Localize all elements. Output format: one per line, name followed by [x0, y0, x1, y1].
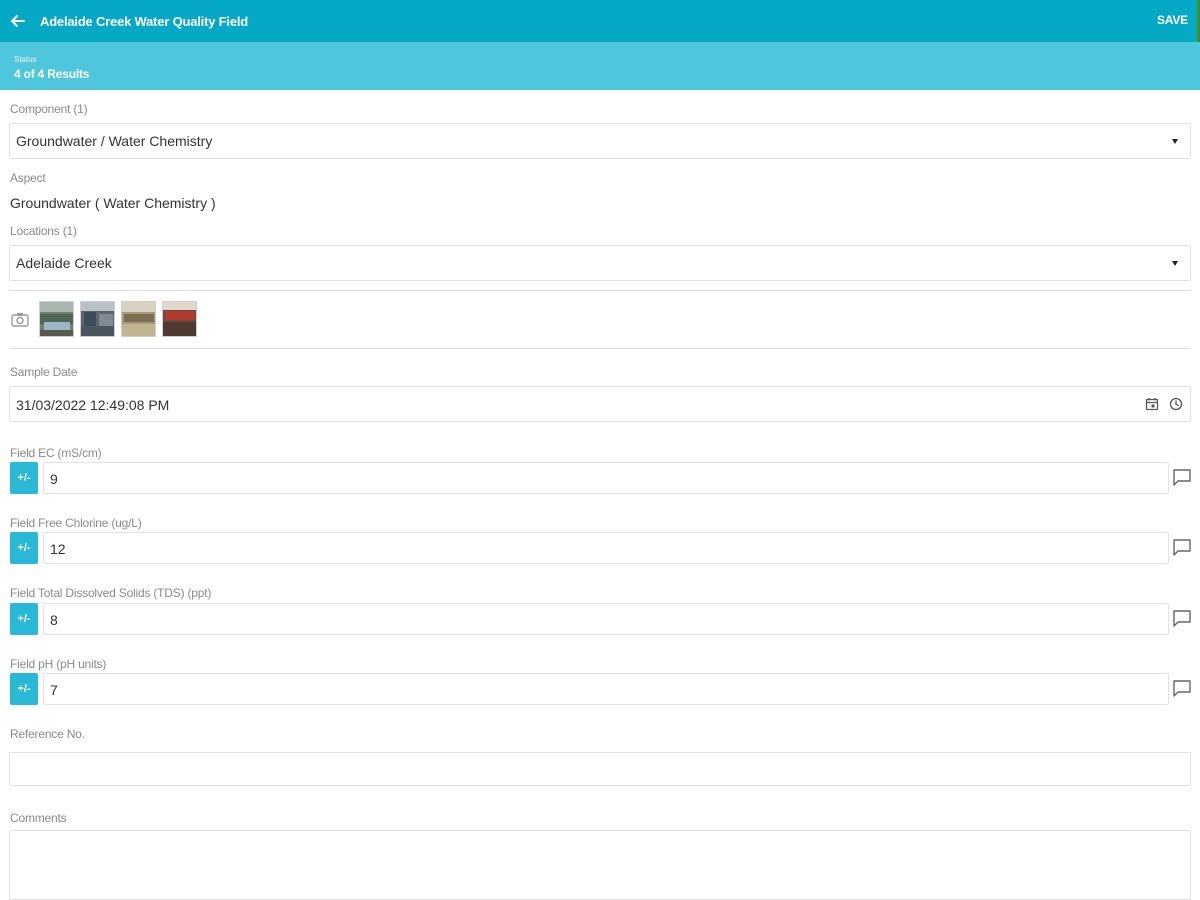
comments-label: Comments: [10, 811, 67, 825]
field-ec-input[interactable]: 9: [43, 462, 1169, 494]
locations-select[interactable]: Adelaide Creek: [9, 245, 1191, 281]
status-value: 4 of 4 Results: [14, 67, 90, 81]
photo-thumbnail[interactable]: [162, 301, 197, 337]
calendar-icon[interactable]: [1145, 397, 1159, 416]
field-free-chlorine-value: 12: [50, 541, 66, 557]
field-tds-value: 8: [50, 612, 58, 628]
field-ec-label: Field EC (mS/cm): [10, 446, 102, 460]
field-ph-label: Field pH (pH units): [10, 657, 107, 671]
component-label: Component (1): [10, 102, 88, 116]
save-button[interactable]: SAVE: [1157, 13, 1188, 27]
status-label: Status: [14, 55, 37, 64]
comments-textarea[interactable]: [9, 830, 1191, 900]
component-value: Groundwater / Water Chemistry: [16, 133, 213, 149]
camera-icon[interactable]: [9, 312, 31, 327]
dropdown-caret-icon: [1172, 261, 1178, 266]
field-tds-input[interactable]: 8: [43, 603, 1169, 635]
plus-minus-button[interactable]: +/-: [10, 462, 38, 494]
dropdown-caret-icon: [1172, 139, 1178, 144]
plus-minus-button[interactable]: +/-: [10, 673, 38, 705]
field-ph-input[interactable]: 7: [43, 673, 1169, 705]
plus-minus-button[interactable]: +/-: [10, 532, 38, 564]
photo-strip: [9, 300, 203, 338]
reference-label: Reference No.: [10, 727, 85, 741]
arrow-left-icon: [11, 15, 25, 27]
back-button[interactable]: [2, 0, 32, 42]
locations-label: Locations (1): [10, 224, 77, 238]
comment-icon[interactable]: [1172, 608, 1192, 633]
field-ec-value: 9: [50, 471, 58, 487]
sample-date-field[interactable]: 31/03/2022 12:49:08 PM: [9, 386, 1191, 422]
photo-thumbnail[interactable]: [39, 301, 74, 337]
locations-value: Adelaide Creek: [16, 255, 112, 271]
status-bar: Status 4 of 4 Results: [0, 42, 1200, 90]
page-title: Adelaide Creek Water Quality Field: [40, 13, 249, 29]
divider: [9, 290, 1191, 291]
field-tds-label: Field Total Dissolved Solids (TDS) (ppt): [10, 586, 212, 600]
aspect-label: Aspect: [10, 171, 46, 185]
plus-minus-button[interactable]: +/-: [10, 603, 38, 635]
field-ph-value: 7: [50, 682, 58, 698]
photo-thumbnail[interactable]: [80, 301, 115, 337]
aspect-value: Groundwater ( Water Chemistry ): [10, 195, 216, 211]
photo-thumbnail[interactable]: [121, 301, 156, 337]
app-bar: Adelaide Creek Water Quality Field SAVE: [0, 0, 1200, 42]
field-free-chlorine-label: Field Free Chlorine (ug/L): [10, 516, 142, 530]
field-free-chlorine-input[interactable]: 12: [43, 532, 1169, 564]
clock-icon[interactable]: [1169, 397, 1183, 416]
reference-input[interactable]: [9, 752, 1191, 786]
sample-date-value: 31/03/2022 12:49:08 PM: [16, 397, 170, 413]
comment-icon[interactable]: [1172, 537, 1192, 562]
divider: [9, 348, 1191, 349]
component-select[interactable]: Groundwater / Water Chemistry: [9, 123, 1191, 159]
comment-icon[interactable]: [1172, 467, 1192, 492]
comment-icon[interactable]: [1172, 678, 1192, 703]
sample-date-label: Sample Date: [10, 365, 78, 379]
